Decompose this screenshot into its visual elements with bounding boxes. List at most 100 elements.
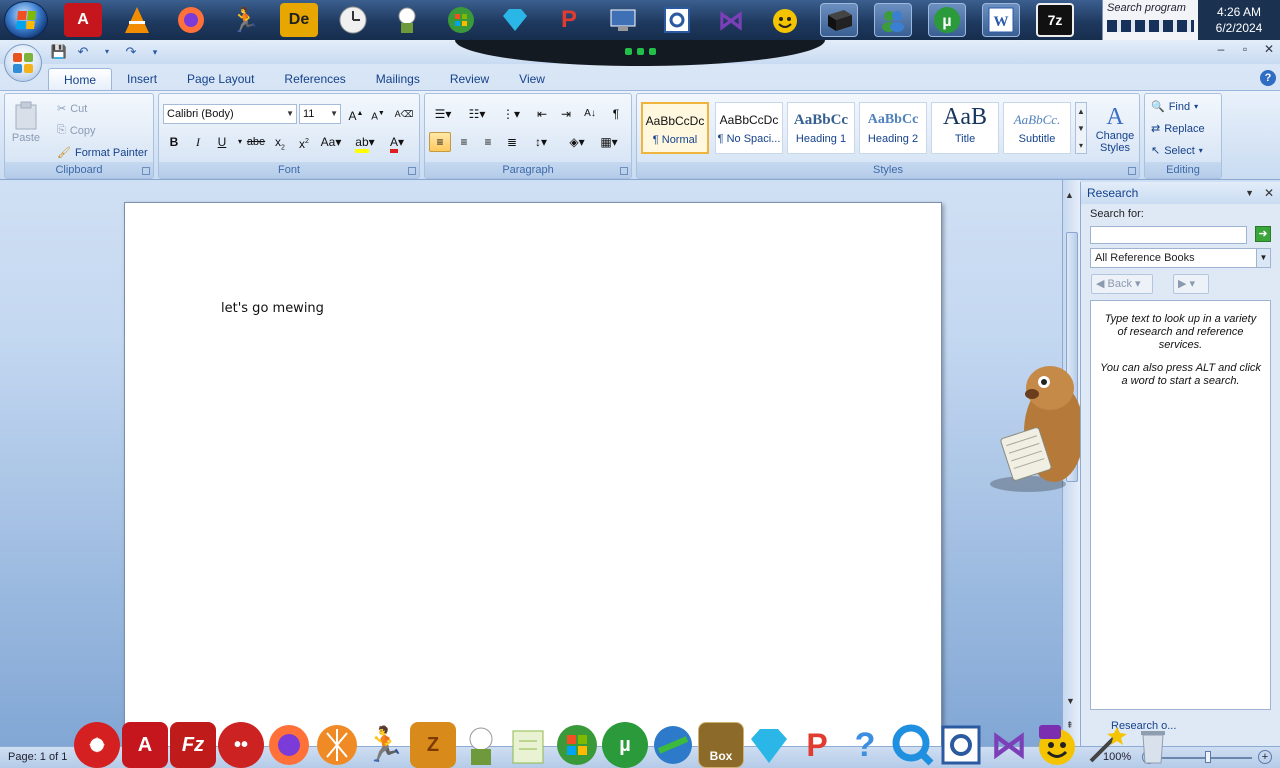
styles-launcher-icon[interactable] (1128, 167, 1136, 175)
dreamweaver-icon[interactable]: De (280, 3, 318, 37)
style-normal[interactable]: AaBbCcDc ¶ Normal (641, 102, 709, 154)
subscript-icon[interactable]: x2 (269, 132, 291, 152)
style-subtitle[interactable]: AaBbCc. Subtitle (1003, 102, 1071, 154)
font-color-icon[interactable]: A▾ (383, 132, 411, 153)
line-spacing-icon[interactable]: ↕▾ (527, 132, 555, 152)
show-formatting-icon[interactable]: ¶ (605, 104, 627, 124)
font-size-combo[interactable]: 11 ▼ (299, 104, 341, 124)
document-page[interactable]: let's go mewing (124, 202, 942, 762)
superscript-icon[interactable]: x2 (293, 132, 315, 152)
visual-studio-icon[interactable]: ⋈ (986, 722, 1032, 768)
gopher-box-icon[interactable]: Box (698, 722, 744, 768)
7zip-icon[interactable]: 7z (1036, 3, 1074, 37)
start-search-icon[interactable]: ➜ (1255, 226, 1271, 242)
notepad-icon[interactable] (506, 722, 552, 768)
diamond-icon[interactable] (496, 3, 534, 37)
save-icon[interactable]: 💾 (50, 44, 68, 60)
help-icon[interactable]: ? (842, 722, 888, 768)
wand-icon[interactable] (1082, 722, 1128, 768)
format-painter-button[interactable]: 🖌 Format Painter (57, 146, 148, 160)
tab-review[interactable]: Review (435, 68, 504, 90)
tab-mailings[interactable]: Mailings (361, 68, 435, 90)
tab-home[interactable]: Home (48, 68, 113, 90)
reference-source-select[interactable]: All Reference Books ▼ (1090, 248, 1271, 268)
close-pane-icon[interactable]: ✕ (1264, 182, 1274, 204)
borders-icon[interactable]: ▦▾ (595, 132, 623, 152)
styles-scroll[interactable]: ▲ ▼ ▾ (1075, 102, 1087, 154)
utorrent-icon[interactable]: µ (928, 3, 966, 37)
utorrent-icon[interactable]: µ (602, 722, 648, 768)
tab-references[interactable]: References (269, 68, 360, 90)
help-icon[interactable]: ? (1260, 70, 1276, 86)
plant-icon[interactable] (388, 3, 426, 37)
remote-desktop-icon[interactable] (604, 3, 642, 37)
page-count[interactable]: Page: 1 of 1 (8, 751, 67, 763)
quicktime-icon[interactable] (890, 722, 936, 768)
bold-icon[interactable]: B (163, 132, 185, 152)
customize-icon[interactable]: ▾ (146, 44, 164, 60)
gear-box-icon[interactable] (938, 722, 984, 768)
search-programs-field[interactable]: Search program (1102, 0, 1198, 40)
undo-dropdown-icon[interactable]: ▾ (98, 44, 116, 60)
decrease-indent-icon[interactable]: ⇤ (531, 104, 553, 124)
zoom-in-icon[interactable]: + (1258, 750, 1272, 764)
font-launcher-icon[interactable] (408, 167, 416, 175)
word-icon[interactable]: W (982, 3, 1020, 37)
style-heading-2[interactable]: AaBbCc Heading 2 (859, 102, 927, 154)
start-button[interactable] (4, 1, 48, 39)
paste-button[interactable]: Paste (11, 100, 41, 144)
msn-icon[interactable] (874, 3, 912, 37)
close-icon[interactable]: ✕ (1262, 42, 1276, 56)
style-heading-1[interactable]: AaBbCc Heading 1 (787, 102, 855, 154)
firefox-icon[interactable] (172, 3, 210, 37)
increase-indent-icon[interactable]: ⇥ (555, 104, 577, 124)
restore-icon[interactable]: ▫ (1238, 42, 1252, 56)
scroll-up-icon[interactable]: ▲ (1065, 190, 1074, 200)
gopher-assistant-icon[interactable] (988, 340, 1088, 500)
adobe-acrobat-icon[interactable]: A (122, 722, 168, 768)
aim-icon[interactable]: 🏃 (362, 722, 408, 768)
research-search-input[interactable] (1090, 226, 1247, 244)
align-center-icon[interactable]: ≡ (453, 132, 475, 152)
justify-icon[interactable]: ≣ (501, 132, 523, 152)
red-ball-icon[interactable]: •• (218, 722, 264, 768)
diamond-icon[interactable] (746, 722, 792, 768)
style-no-spacing[interactable]: AaBbCcDc ¶ No Spaci... (715, 102, 783, 154)
yahoo-messenger-icon[interactable] (1034, 722, 1080, 768)
cut-button[interactable]: ✂ Cut (57, 102, 87, 116)
recycle-bin-icon[interactable] (1130, 722, 1176, 768)
plant-icon[interactable] (458, 722, 504, 768)
replace-button[interactable]: ⇄ Replace (1151, 122, 1205, 136)
italic-icon[interactable]: I (187, 132, 209, 152)
clock-icon[interactable] (334, 3, 372, 37)
change-case-icon[interactable]: Aa▾ (317, 132, 345, 152)
zoom-slider-thumb[interactable] (1205, 751, 1211, 763)
office-button[interactable] (4, 44, 42, 82)
firefox-icon[interactable] (266, 722, 312, 768)
red-app-icon[interactable]: ✦ (74, 722, 120, 768)
multilevel-list-icon[interactable]: ⋮▾ (497, 104, 525, 124)
yahoo-messenger-icon[interactable] (766, 3, 804, 37)
undo-icon[interactable]: ↶ (74, 44, 92, 60)
adobe-acrobat-icon[interactable]: A (64, 3, 102, 37)
bullets-icon[interactable]: ☰▾ (429, 104, 457, 124)
black-box-icon[interactable] (820, 3, 858, 37)
windows-icon[interactable] (442, 3, 480, 37)
strikethrough-icon[interactable]: abe (245, 132, 267, 152)
style-title[interactable]: AaB Title (931, 102, 999, 154)
shrink-font-icon[interactable]: A▼ (367, 104, 389, 124)
gear-box-icon[interactable] (658, 3, 696, 37)
change-styles-button[interactable]: A Change Styles (1093, 102, 1137, 154)
back-button[interactable]: ◀ Back ▾ (1091, 274, 1153, 294)
find-button[interactable]: 🔍 Find ▾ (1151, 100, 1198, 114)
p-app-icon[interactable]: P (550, 3, 588, 37)
scroll-down-icon[interactable]: ▼ (1066, 696, 1075, 706)
highlight-icon[interactable]: ab▾ (351, 132, 379, 153)
tab-page-layout[interactable]: Page Layout (172, 68, 269, 90)
tab-view[interactable]: View (504, 68, 560, 90)
paragraph-launcher-icon[interactable] (620, 167, 628, 175)
numbering-icon[interactable]: ☷▾ (463, 104, 491, 124)
vlc-icon[interactable] (118, 3, 156, 37)
copy-button[interactable]: ⎘ Copy (57, 124, 96, 137)
z-app-icon[interactable]: Z (410, 722, 456, 768)
